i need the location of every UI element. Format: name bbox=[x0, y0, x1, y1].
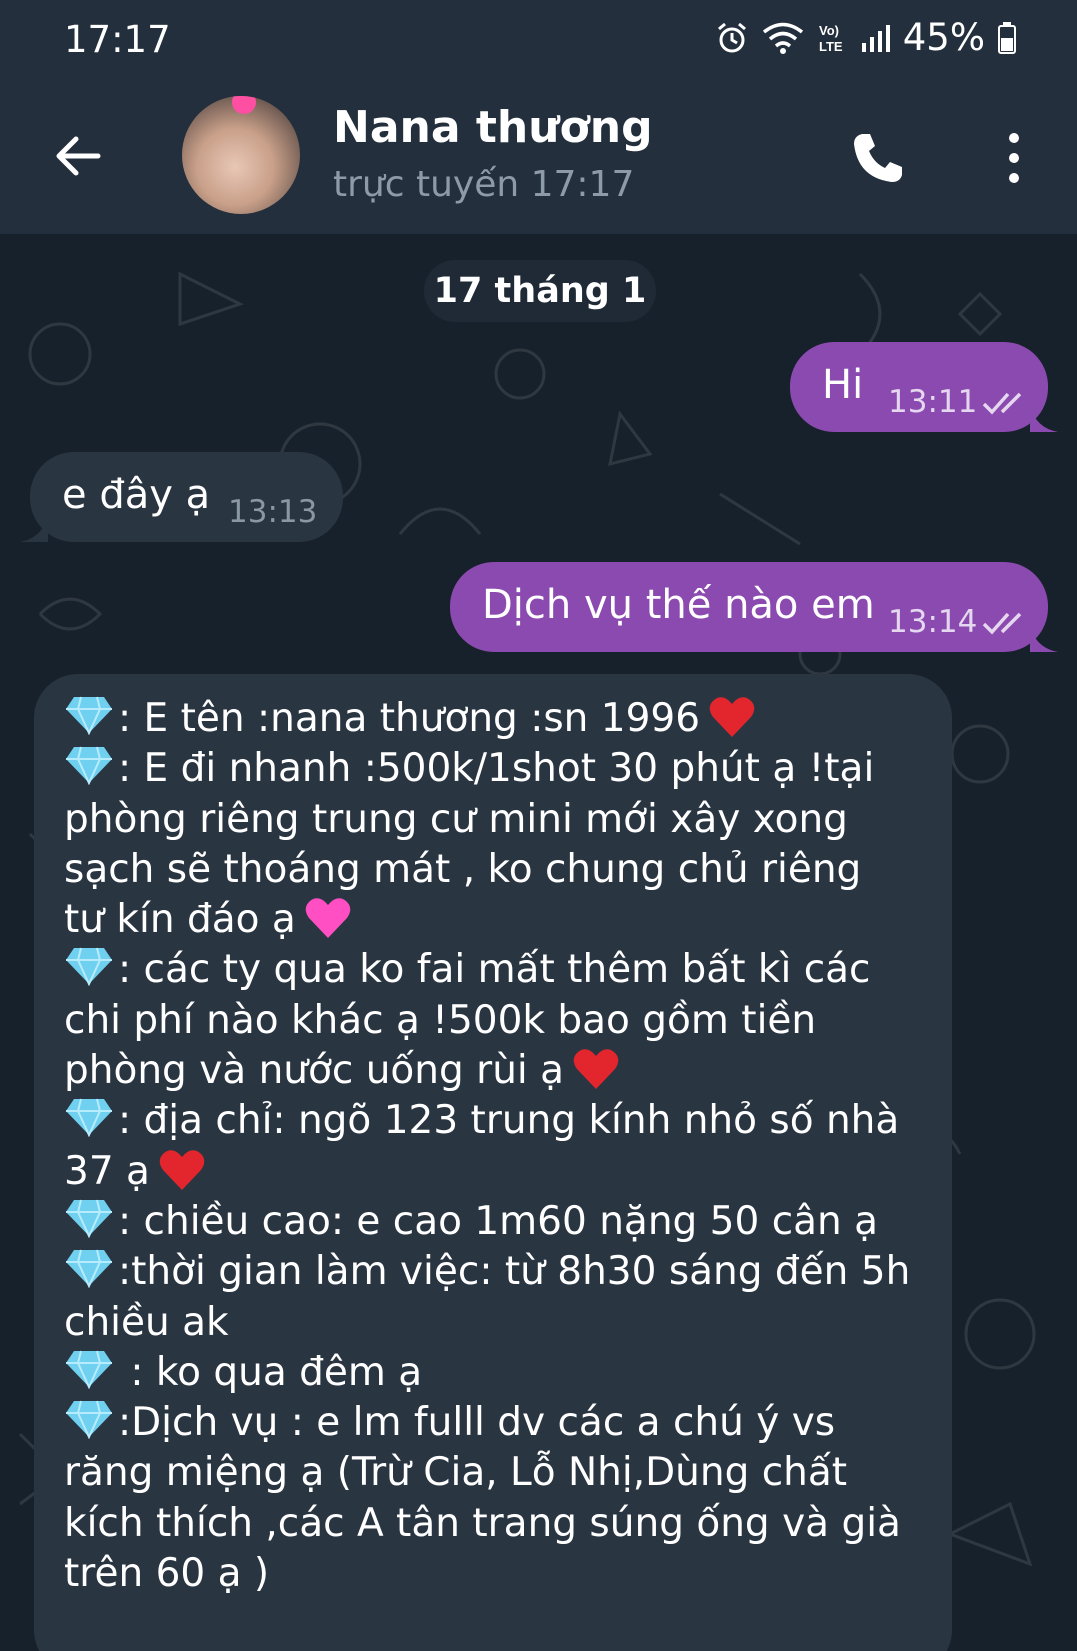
signal-icon bbox=[861, 24, 890, 52]
message-bubble-outgoing[interactable]: Dịch vụ thế nào em 13:14 bbox=[450, 562, 1058, 652]
alarm-icon bbox=[717, 22, 746, 52]
message-line-text: sạch sẽ thoáng mát , ko chung chủ riêng bbox=[64, 846, 862, 892]
message-line: : các ty qua ko fai mất thêm bất kì các bbox=[64, 945, 944, 995]
message-bubble-incoming[interactable]: e đây ạ 13:13 bbox=[20, 452, 343, 542]
message-line: :Dịch vụ : e lm fulll dv các a chú ý vs bbox=[64, 1398, 944, 1448]
bubble-tail bbox=[20, 516, 48, 542]
red-heart-emoji bbox=[709, 697, 755, 737]
message-text: Dịch vụ thế nào em bbox=[482, 582, 875, 628]
message-line-text: phòng và nước uống rùi ạ bbox=[64, 1048, 565, 1094]
message-line-text: 37 ạ bbox=[64, 1148, 150, 1194]
diamond-emoji bbox=[66, 747, 112, 786]
message-line-text: kích thích ,các A tân trang súng ống và … bbox=[64, 1500, 901, 1546]
message-line: 37 ạ bbox=[64, 1147, 944, 1197]
diamond-emoji bbox=[66, 696, 112, 735]
red-heart-emoji bbox=[573, 1049, 619, 1090]
message-line-text: chiều ak bbox=[64, 1299, 229, 1345]
back-arrow-icon[interactable] bbox=[50, 128, 106, 184]
double-check-icon bbox=[982, 612, 1022, 635]
message-line: : ko qua đêm ạ bbox=[64, 1348, 944, 1398]
message-text: Hi bbox=[822, 362, 864, 408]
double-check-icon bbox=[982, 392, 1022, 415]
diamond-emoji bbox=[66, 1199, 112, 1238]
message-line-text: :Dịch vụ : e lm fulll dv các a chú ý vs bbox=[118, 1400, 836, 1446]
message-text: e đây ạ bbox=[62, 472, 211, 518]
contact-status: trực tuyến 17:17 bbox=[333, 164, 635, 205]
message-line-text: :thời gian làm việc: từ 8h30 sáng đến 5h bbox=[118, 1249, 911, 1295]
pink-heart-emoji bbox=[305, 898, 351, 939]
chat-area[interactable]: 17 tháng 1 Hi 13:11 e đây ạ 13:13 Dịch v… bbox=[0, 234, 1077, 1651]
volte-icon: Vo) LTE bbox=[819, 23, 843, 54]
bubble-tail bbox=[1030, 406, 1058, 432]
message-line: : chiều cao: e cao 1m60 nặng 50 cân ạ bbox=[64, 1197, 944, 1247]
red-heart-emoji bbox=[159, 1149, 205, 1190]
diamond-emoji bbox=[66, 1250, 112, 1289]
message-bubble-outgoing[interactable]: Hi 13:11 bbox=[790, 342, 1058, 432]
more-vert-icon[interactable] bbox=[1000, 128, 1028, 188]
message-line: :thời gian làm việc: từ 8h30 sáng đến 5h bbox=[64, 1247, 944, 1297]
diamond-emoji bbox=[66, 1350, 112, 1389]
message-line-text: : ko qua đêm ạ bbox=[118, 1349, 423, 1395]
message-line-text: : E đi nhanh :500k/1shot 30 phút ạ !tại bbox=[118, 746, 875, 792]
message-time: 13:11 bbox=[888, 384, 978, 420]
message-line: phòng và nước uống rùi ạ bbox=[64, 1046, 944, 1096]
message-line-text: răng miệng ạ (Trừ Cia, Lỗ Nhị,Dùng chất bbox=[64, 1450, 848, 1496]
message-line: : E tên :nana thương :sn 1996 bbox=[64, 694, 944, 744]
message-line-text: : các ty qua ko fai mất thêm bất kì các bbox=[118, 947, 871, 993]
chat-header: Nana thương trực tuyến 17:17 bbox=[0, 84, 1077, 234]
message-line-text: phòng riêng trung cư mini mới xây xong bbox=[64, 796, 848, 842]
bubble-tail bbox=[1030, 626, 1058, 652]
message-line-text: trên 60 ạ ) bbox=[64, 1551, 270, 1597]
message-line-text: : E tên :nana thương :sn 1996 bbox=[118, 696, 701, 741]
long-message-text: : E tên :nana thương :sn 1996 : E đi nha… bbox=[64, 694, 944, 1599]
diamond-emoji bbox=[66, 1099, 112, 1138]
status-bar: 17:17 Vo) LTE 45% bbox=[0, 0, 1077, 84]
svg-text:Vo): Vo) bbox=[819, 23, 839, 38]
phone-icon[interactable] bbox=[848, 128, 908, 188]
message-time: 13:14 bbox=[888, 604, 978, 640]
contact-name[interactable]: Nana thương bbox=[333, 102, 653, 153]
message-line-text: : chiều cao: e cao 1m60 nặng 50 cân ạ bbox=[118, 1198, 879, 1244]
status-time: 17:17 bbox=[64, 18, 171, 61]
message-line: tư kín đáo ạ bbox=[64, 895, 944, 945]
message-line-text: : địa chỉ: ngõ 123 trung kính nhỏ số nhà bbox=[118, 1098, 900, 1144]
status-icons: Vo) LTE 45% bbox=[715, 16, 1017, 59]
battery-icon bbox=[998, 21, 1016, 54]
message-bubble-incoming-long[interactable]: : E tên :nana thương :sn 1996 : E đi nha… bbox=[34, 674, 952, 1651]
diamond-emoji bbox=[66, 1400, 112, 1440]
wifi-icon bbox=[762, 22, 803, 54]
battery-percent: 45% bbox=[902, 16, 985, 59]
message-line-text: tư kín đáo ạ bbox=[64, 897, 296, 943]
diamond-emoji bbox=[66, 948, 112, 987]
message-line-text: chi phí nào khác ạ !500k bao gồm tiền bbox=[64, 997, 817, 1043]
message-line: : E đi nhanh :500k/1shot 30 phút ạ !tại bbox=[64, 744, 944, 794]
avatar[interactable] bbox=[182, 96, 300, 214]
svg-text:LTE: LTE bbox=[819, 39, 843, 54]
message-time: 13:13 bbox=[228, 494, 318, 530]
date-chip: 17 tháng 1 bbox=[424, 260, 656, 322]
message-line: : địa chỉ: ngõ 123 trung kính nhỏ số nhà bbox=[64, 1096, 944, 1146]
